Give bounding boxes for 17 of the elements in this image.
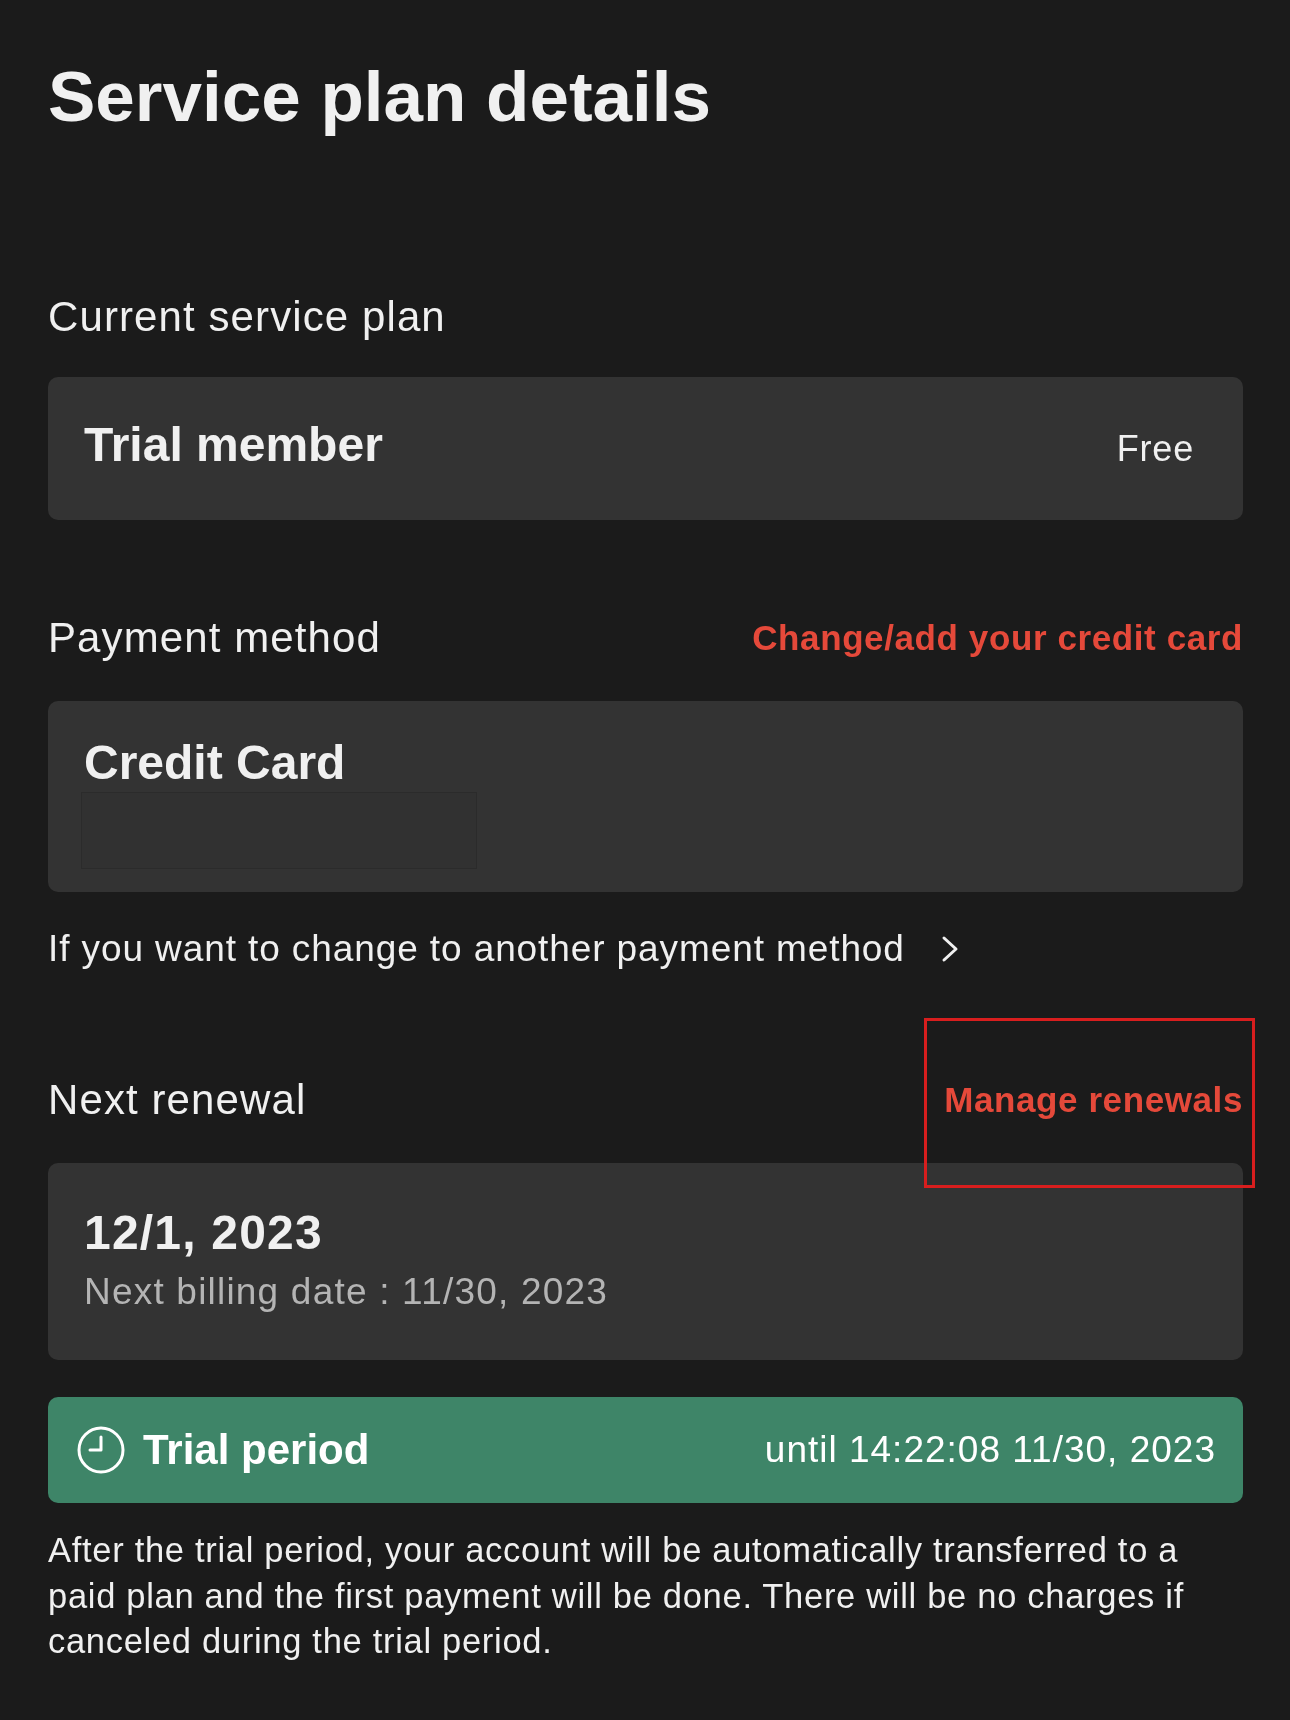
- trial-note: After the trial period, your account will be automatically transferred to a paid plan and the first payment will be done. There will be no charges if canceled during the trial period.: [48, 1530, 1185, 1662]
- trial-end-text: until 14:22:08 11/30, 2023: [764, 1428, 1216, 1472]
- plan-name: Trial member: [84, 416, 383, 473]
- section-label: Payment method: [48, 613, 381, 663]
- payment-type: Credit Card: [83, 735, 347, 791]
- trial-label: Trial period: [143, 1425, 370, 1475]
- manage-renewals-link[interactable]: Manage renewals: [944, 1079, 1243, 1121]
- clock-icon: [77, 1426, 125, 1474]
- change-card-link[interactable]: Change/add your credit card: [752, 617, 1243, 659]
- renewal-date: 12/1, 2023: [84, 1205, 324, 1260]
- billing-date-text: Next billing date : 11/30, 2023: [84, 1270, 610, 1314]
- payment-method-link[interactable]: If you want to change to another payment method: [48, 927, 959, 971]
- section-label: Current service plan: [48, 292, 446, 342]
- chevron-icon: [940, 935, 959, 963]
- page-title: Service plan details: [48, 56, 712, 138]
- section-label: Next renewal: [48, 1075, 307, 1125]
- plan-price: Free: [1116, 426, 1194, 471]
